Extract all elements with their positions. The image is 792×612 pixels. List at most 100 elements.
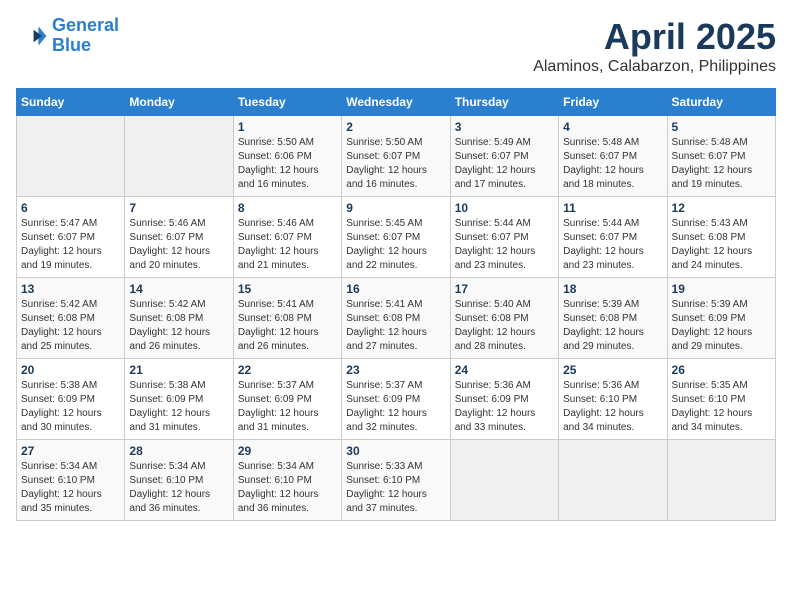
day-info: Sunrise: 5:42 AM Sunset: 6:08 PM Dayligh… [129,298,228,354]
day-number: 25 [563,363,662,377]
day-info: Sunrise: 5:41 AM Sunset: 6:08 PM Dayligh… [346,298,445,354]
day-number: 26 [672,363,771,377]
day-number: 27 [21,444,120,458]
day-info: Sunrise: 5:37 AM Sunset: 6:09 PM Dayligh… [238,379,337,435]
col-thursday: Thursday [450,89,558,116]
day-number: 20 [21,363,120,377]
calendar-cell: 17 Sunrise: 5:40 AM Sunset: 6:08 PM Dayli… [450,278,558,359]
calendar-cell: 25Sunrise: 5:36 AM Sunset: 6:10 PM Dayli… [559,359,667,440]
calendar-cell: 21Sunrise: 5:38 AM Sunset: 6:09 PM Dayli… [125,359,233,440]
day-number: 2 [346,120,445,134]
day-number: 12 [672,201,771,215]
col-wednesday: Wednesday [342,89,450,116]
calendar-cell: 30 Sunrise: 5:33 AM Sunset: 6:10 PM Dayli… [342,440,450,521]
header-row: Sunday Monday Tuesday Wednesday Thursday… [17,89,776,116]
calendar-cell: 27 Sunrise: 5:34 AM Sunset: 6:10 PM Dayli… [17,440,125,521]
calendar-cell: 9Sunrise: 5:45 AM Sunset: 6:07 PM Daylig… [342,197,450,278]
day-number: 7 [129,201,228,215]
calendar-cell: 1 Sunrise: 5:50 AM Sunset: 6:06 PM Daylig… [233,116,341,197]
day-info: Sunrise: 5:35 AM Sunset: 6:10 PM Dayligh… [672,379,771,435]
day-info: Sunrise: 5:34 AM Sunset: 6:10 PM Dayligh… [129,460,228,516]
title-section: April 2025 Alaminos, Calabarzon, Philipp… [533,16,776,76]
day-info: Sunrise: 5:44 AM Sunset: 6:07 PM Dayligh… [455,217,554,273]
logo-line1: General [52,15,119,35]
header: General Blue April 2025 Alaminos, Calaba… [16,16,776,76]
logo-line2: Blue [52,35,91,55]
calendar-cell [559,440,667,521]
location-title: Alaminos, Calabarzon, Philippines [533,58,776,76]
calendar-cell: 24Sunrise: 5:36 AM Sunset: 6:09 PM Dayli… [450,359,558,440]
day-number: 4 [563,120,662,134]
day-number: 1 [238,120,337,134]
calendar-cell: 22 Sunrise: 5:37 AM Sunset: 6:09 PM Dayli… [233,359,341,440]
day-number: 10 [455,201,554,215]
day-number: 6 [21,201,120,215]
calendar-week-5: 27 Sunrise: 5:34 AM Sunset: 6:10 PM Dayli… [17,440,776,521]
day-number: 19 [672,282,771,296]
day-info: Sunrise: 5:41 AM Sunset: 6:08 PM Dayligh… [238,298,337,354]
calendar-cell: 7Sunrise: 5:46 AM Sunset: 6:07 PM Daylig… [125,197,233,278]
calendar-cell: 23Sunrise: 5:37 AM Sunset: 6:09 PM Dayli… [342,359,450,440]
logo-icon [16,20,48,52]
day-number: 17 [455,282,554,296]
day-info: Sunrise: 5:48 AM Sunset: 6:07 PM Dayligh… [563,136,662,192]
day-info: Sunrise: 5:38 AM Sunset: 6:09 PM Dayligh… [129,379,228,435]
day-number: 13 [21,282,120,296]
day-number: 15 [238,282,337,296]
calendar-cell: 29 Sunrise: 5:34 AM Sunset: 6:10 PM Dayli… [233,440,341,521]
day-info: Sunrise: 5:46 AM Sunset: 6:07 PM Dayligh… [238,217,337,273]
calendar-cell: 13 Sunrise: 5:42 AM Sunset: 6:08 PM Dayli… [17,278,125,359]
day-info: Sunrise: 5:47 AM Sunset: 6:07 PM Dayligh… [21,217,120,273]
day-info: Sunrise: 5:36 AM Sunset: 6:09 PM Dayligh… [455,379,554,435]
calendar-week-2: 6 Sunrise: 5:47 AM Sunset: 6:07 PM Daylig… [17,197,776,278]
calendar-cell: 11 Sunrise: 5:44 AM Sunset: 6:07 PM Dayli… [559,197,667,278]
day-info: Sunrise: 5:45 AM Sunset: 6:07 PM Dayligh… [346,217,445,273]
col-monday: Monday [125,89,233,116]
logo: General Blue [16,16,119,56]
day-info: Sunrise: 5:33 AM Sunset: 6:10 PM Dayligh… [346,460,445,516]
day-number: 28 [129,444,228,458]
calendar-cell: 14 Sunrise: 5:42 AM Sunset: 6:08 PM Dayli… [125,278,233,359]
day-info: Sunrise: 5:38 AM Sunset: 6:09 PM Dayligh… [21,379,120,435]
day-info: Sunrise: 5:34 AM Sunset: 6:10 PM Dayligh… [21,460,120,516]
day-info: Sunrise: 5:44 AM Sunset: 6:07 PM Dayligh… [563,217,662,273]
day-number: 23 [346,363,445,377]
calendar-cell [125,116,233,197]
col-friday: Friday [559,89,667,116]
day-number: 22 [238,363,337,377]
day-number: 30 [346,444,445,458]
day-info: Sunrise: 5:50 AM Sunset: 6:07 PM Dayligh… [346,136,445,192]
calendar-cell [667,440,775,521]
day-info: Sunrise: 5:42 AM Sunset: 6:08 PM Dayligh… [21,298,120,354]
calendar-cell: 18Sunrise: 5:39 AM Sunset: 6:08 PM Dayli… [559,278,667,359]
day-info: Sunrise: 5:39 AM Sunset: 6:09 PM Dayligh… [672,298,771,354]
day-number: 29 [238,444,337,458]
calendar-cell: 12 Sunrise: 5:43 AM Sunset: 6:08 PM Dayli… [667,197,775,278]
col-saturday: Saturday [667,89,775,116]
calendar-cell: 8 Sunrise: 5:46 AM Sunset: 6:07 PM Daylig… [233,197,341,278]
day-number: 8 [238,201,337,215]
col-sunday: Sunday [17,89,125,116]
day-number: 3 [455,120,554,134]
calendar-week-1: 1 Sunrise: 5:50 AM Sunset: 6:06 PM Daylig… [17,116,776,197]
calendar-cell: 16Sunrise: 5:41 AM Sunset: 6:08 PM Dayli… [342,278,450,359]
day-info: Sunrise: 5:48 AM Sunset: 6:07 PM Dayligh… [672,136,771,192]
day-info: Sunrise: 5:50 AM Sunset: 6:06 PM Dayligh… [238,136,337,192]
calendar-cell: 10 Sunrise: 5:44 AM Sunset: 6:07 PM Dayli… [450,197,558,278]
day-info: Sunrise: 5:43 AM Sunset: 6:08 PM Dayligh… [672,217,771,273]
day-number: 11 [563,201,662,215]
calendar-cell: 3 Sunrise: 5:49 AM Sunset: 6:07 PM Daylig… [450,116,558,197]
calendar-cell: 19 Sunrise: 5:39 AM Sunset: 6:09 PM Dayli… [667,278,775,359]
day-info: Sunrise: 5:40 AM Sunset: 6:08 PM Dayligh… [455,298,554,354]
day-info: Sunrise: 5:49 AM Sunset: 6:07 PM Dayligh… [455,136,554,192]
logo-text: General Blue [52,16,119,56]
calendar-week-3: 13 Sunrise: 5:42 AM Sunset: 6:08 PM Dayli… [17,278,776,359]
day-info: Sunrise: 5:39 AM Sunset: 6:08 PM Dayligh… [563,298,662,354]
calendar-cell: 28 Sunrise: 5:34 AM Sunset: 6:10 PM Dayli… [125,440,233,521]
day-info: Sunrise: 5:34 AM Sunset: 6:10 PM Dayligh… [238,460,337,516]
day-number: 5 [672,120,771,134]
calendar-table: Sunday Monday Tuesday Wednesday Thursday… [16,88,776,521]
calendar-cell [450,440,558,521]
day-number: 14 [129,282,228,296]
calendar-cell: 15 Sunrise: 5:41 AM Sunset: 6:08 PM Dayli… [233,278,341,359]
